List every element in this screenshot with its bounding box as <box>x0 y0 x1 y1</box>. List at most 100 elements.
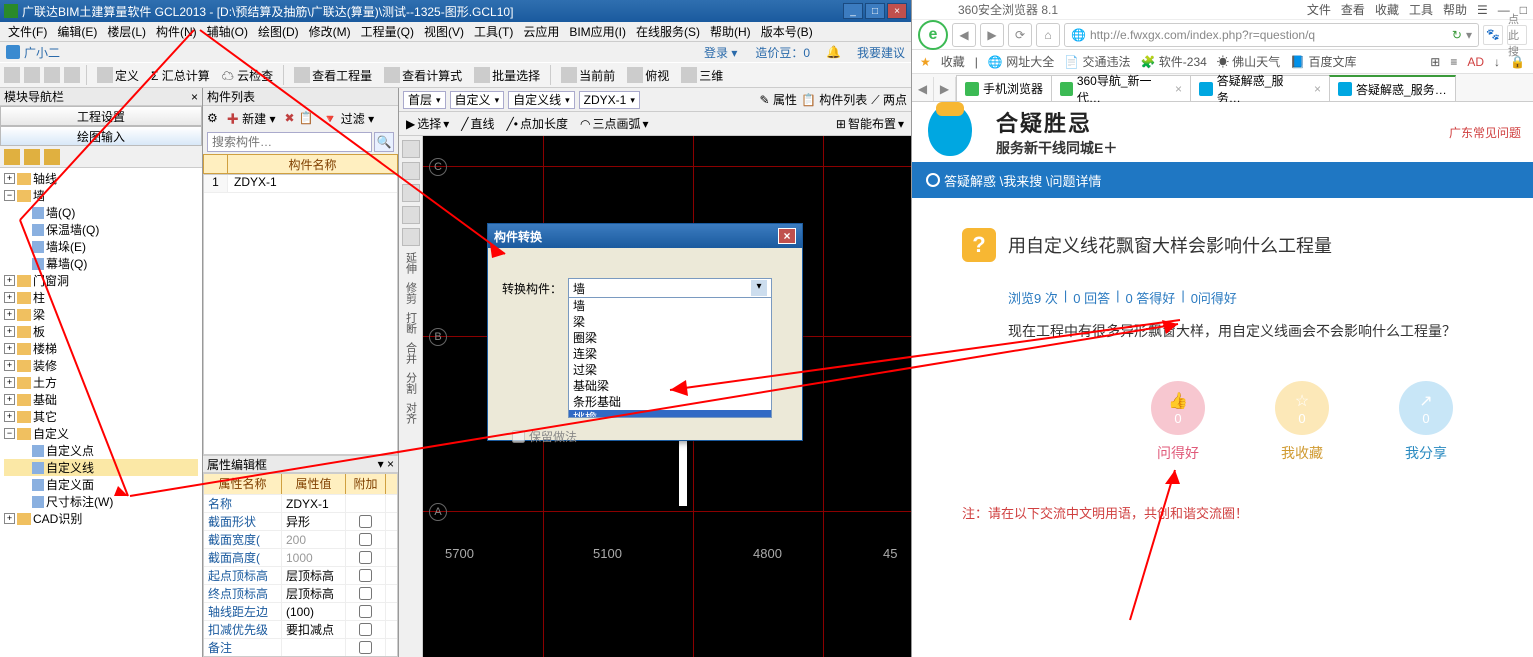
dropdown-icon[interactable]: ▾ <box>1466 28 1472 42</box>
ext-icon[interactable]: ↓ <box>1494 55 1500 69</box>
smart-tool[interactable]: ⊞ 智能布置 ▾ <box>833 114 907 133</box>
tree-opt-icon[interactable] <box>44 149 60 165</box>
menu-item[interactable]: 辅轴(O) <box>203 21 252 42</box>
tab-next[interactable]: ▶ <box>934 77 956 101</box>
menu-item[interactable]: 云应用 <box>519 21 563 42</box>
reload-button[interactable]: ⟳ <box>1008 23 1032 47</box>
vtool-icon[interactable] <box>402 162 420 180</box>
undo-icon[interactable] <box>44 67 60 83</box>
addlen-tool[interactable]: ╱• 点加长度 <box>504 114 571 133</box>
3d-button[interactable]: 三维 <box>677 65 727 86</box>
action-good[interactable]: 👍0 问得好 <box>1151 381 1205 463</box>
item-select[interactable]: ZDYX-1 <box>579 91 640 109</box>
fwd-button[interactable]: ▶ <box>980 23 1004 47</box>
topmenu-item[interactable]: 文件 <box>1307 1 1331 18</box>
url-input[interactable]: 🌐 http://e.fwxgx.com/index.php?r=questio… <box>1064 23 1479 47</box>
tab-prev[interactable]: ◀ <box>912 77 934 101</box>
search-input[interactable] <box>207 132 372 152</box>
minimize-button[interactable]: _ <box>843 3 863 19</box>
ext-icon[interactable]: 🐾 <box>1483 25 1503 45</box>
complist-button[interactable]: 📋 构件列表 <box>801 91 867 108</box>
convert-combo[interactable]: 墙▾ 墙 梁 圈梁 连梁 过梁 基础梁 条形基础 挑檐 <box>568 278 772 418</box>
search-button[interactable]: 🔍 <box>374 132 394 152</box>
bookmark-item[interactable]: 📄 交通违法 <box>1064 53 1130 70</box>
tab-active[interactable]: 答疑解惑_服务… <box>1329 75 1456 101</box>
combo-option[interactable]: 基础梁 <box>569 378 771 394</box>
menu-item[interactable]: 修改(M) <box>305 21 355 42</box>
maximize-button[interactable]: □ <box>865 3 885 19</box>
menu-item[interactable]: 在线服务(S) <box>632 21 704 42</box>
vtool-icon[interactable] <box>402 206 420 224</box>
menu-item[interactable]: 视图(V) <box>420 21 468 42</box>
open-icon[interactable] <box>4 67 20 83</box>
batchsel-button[interactable]: 批量选择 <box>470 65 544 86</box>
menu-item[interactable]: 版本号(B) <box>757 21 817 42</box>
prop-opt-icon[interactable]: ▾ × <box>378 457 394 471</box>
gear-icon[interactable]: ⚙ <box>207 111 218 125</box>
ext-icon[interactable]: ≡ <box>1450 55 1457 69</box>
combo-option-highlighted[interactable]: 挑檐 <box>569 410 771 418</box>
combo-option[interactable]: 过梁 <box>569 362 771 378</box>
nav-close-icon[interactable]: × <box>191 90 198 104</box>
prop-chk[interactable] <box>359 605 372 618</box>
topmenu-item[interactable]: 工具 <box>1409 1 1433 18</box>
dialog-titlebar[interactable]: 构件转换 × <box>488 224 802 248</box>
assistant-label[interactable]: 广小二 <box>24 44 60 61</box>
bookmark-item[interactable]: ☀ 佛山天气 <box>1217 53 1280 70</box>
new-button[interactable]: ✚ 新建 ▾ <box>222 108 281 129</box>
browser-logo-icon[interactable]: e <box>918 20 948 50</box>
menu-item[interactable]: BIM应用(I) <box>565 21 630 42</box>
arc3-tool[interactable]: ◠ 三点画弧 ▾ <box>577 114 652 133</box>
action-share[interactable]: ↗0 我分享 <box>1399 381 1453 463</box>
prop-chk[interactable] <box>359 533 372 546</box>
menu-item[interactable]: 构件(N) <box>152 21 201 42</box>
cloudcheck-button[interactable]: ☁ 云检查 <box>218 65 277 86</box>
viewqty-button[interactable]: 查看工程量 <box>290 65 376 86</box>
vtool-label[interactable]: 合并 <box>403 342 419 364</box>
filter-button[interactable]: 🔻 过滤 ▾ <box>318 108 380 129</box>
complist-row[interactable]: 1 ZDYX-1 <box>204 175 397 193</box>
vtool-icon[interactable] <box>402 228 420 246</box>
combo-dropdown[interactable]: 墙 梁 圈梁 连梁 过梁 基础梁 条形基础 挑檐 <box>568 298 772 418</box>
tab[interactable]: 答疑解惑_服务…× <box>1190 75 1330 101</box>
bookmark-item[interactable]: 🧩 软件-234 <box>1141 53 1207 70</box>
nav-btn-draw[interactable]: 绘图输入 <box>0 126 202 146</box>
twopt-button[interactable]: ⟋ 两点 <box>871 91 907 108</box>
save-icon[interactable] <box>24 67 40 83</box>
collapse-icon[interactable] <box>24 149 40 165</box>
tab[interactable]: 360导航_新一代…× <box>1051 75 1191 101</box>
nav-tree[interactable]: +轴线 −墙 墙(Q) 保温墙(Q) 墙垛(E) 幕墙(Q) +门窗洞 +柱 +… <box>0 168 202 657</box>
prop-chk[interactable] <box>359 515 372 528</box>
breadcrumb[interactable]: 答疑解惑 \我来搜 \问题详情 <box>944 171 1101 190</box>
vtool-label[interactable]: 分割 <box>403 372 419 394</box>
bookmark-item[interactable]: 🌐 网址大全 <box>988 53 1054 70</box>
bookmark-item[interactable]: 📘 百度文库 <box>1290 53 1356 70</box>
redo-icon[interactable] <box>64 67 80 83</box>
expand-icon[interactable] <box>4 149 20 165</box>
bell-icon[interactable]: 🔔 <box>826 45 841 59</box>
menu-item[interactable]: 编辑(E) <box>53 21 101 42</box>
search-hint[interactable]: 点此搜 <box>1507 25 1527 45</box>
copy-icon[interactable]: 📋 <box>299 111 314 125</box>
prop-chk[interactable] <box>359 641 372 654</box>
right-note[interactable]: 广东常见问题 <box>1449 124 1521 141</box>
vtool-icon[interactable] <box>402 140 420 158</box>
topmenu-item[interactable]: 帮助 <box>1443 1 1467 18</box>
sub-select[interactable]: 自定义线 <box>508 91 575 109</box>
star-icon[interactable]: ★ <box>920 55 931 69</box>
action-fav[interactable]: ☆0 我收藏 <box>1275 381 1329 463</box>
sumcalc-button[interactable]: Σ 汇总计算 <box>147 65 214 86</box>
topmenu-item[interactable]: ☰ <box>1477 3 1488 17</box>
topmenu-item[interactable]: 收藏 <box>1375 1 1399 18</box>
prop-chk[interactable] <box>359 587 372 600</box>
tree-selected-customline[interactable]: 自定义线 <box>4 459 198 476</box>
login-link[interactable]: 登录 ▾ <box>704 44 737 61</box>
combo-option[interactable]: 梁 <box>569 314 771 330</box>
refresh-icon[interactable]: ↻ <box>1452 28 1462 42</box>
menu-item[interactable]: 绘图(D) <box>254 21 303 42</box>
cat-select[interactable]: 自定义 <box>450 91 505 109</box>
topmenu-item[interactable]: 查看 <box>1341 1 1365 18</box>
menu-item[interactable]: 文件(F) <box>4 21 51 42</box>
menu-item[interactable]: 楼层(L) <box>103 21 150 42</box>
home-button[interactable]: ⌂ <box>1036 23 1060 47</box>
